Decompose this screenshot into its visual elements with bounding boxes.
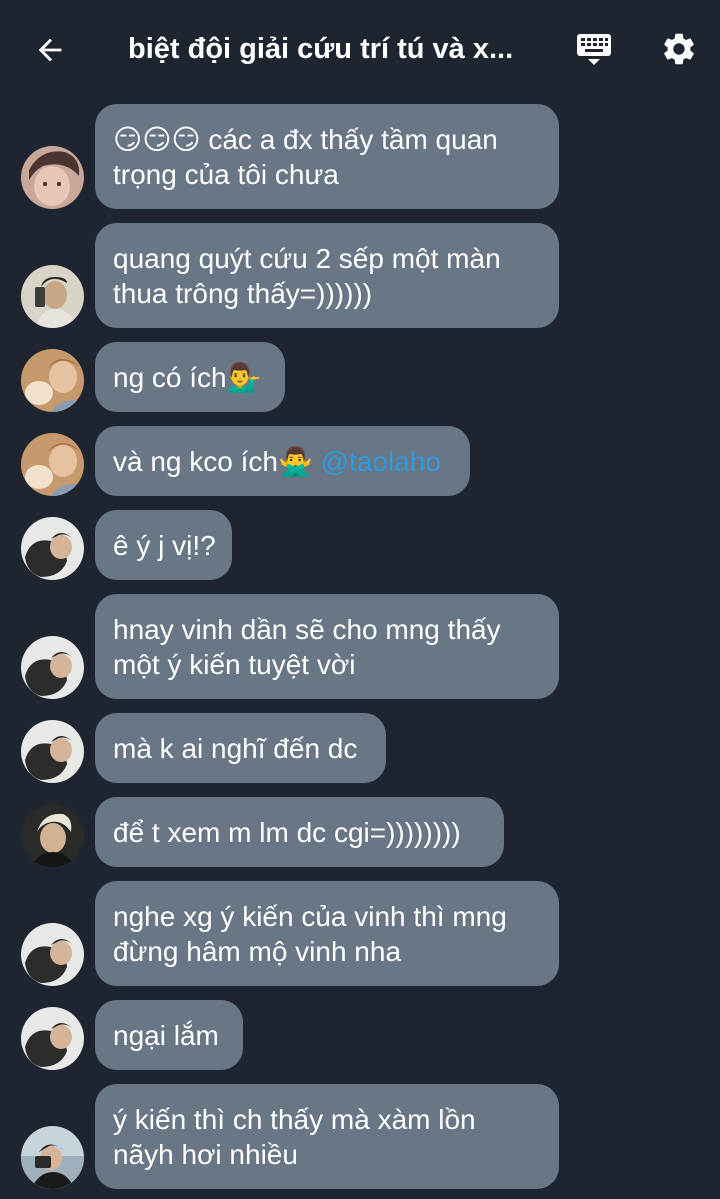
message-bubble[interactable]: mà k ai nghĩ đến dc [95,713,386,783]
avatar[interactable] [21,1126,84,1189]
message-text: ê ý j vị!? [113,530,216,561]
message-bubble[interactable]: và ng kco ích🙅‍♂️ @taolaho [95,426,470,496]
chat-screen: biệt đội giải cứu trí tú và x... 😏😏😏 các… [0,0,720,1199]
avatar[interactable] [21,720,84,783]
message-text: và ng kco ích🙅‍♂️ [113,446,321,477]
message-text: nãyh hơi nhiều [113,1139,298,1170]
message-bubble[interactable]: 😏😏😏 các a đx thấy tầm quan trọng của tôi… [95,104,559,209]
message-text: ng có ích💁‍♂️ [113,362,262,393]
message-text: hnay vinh dần sẽ cho mng thấy [113,614,501,645]
avatar[interactable] [21,1007,84,1070]
message-text: quang quýt cứu 2 sếp một màn [113,243,501,274]
avatar[interactable] [21,433,84,496]
message-bubble[interactable]: hnay vinh dần sẽ cho mng thấy một ý kiến… [95,594,559,699]
message-text: 😏😏😏 các a đx thấy tầm quan [113,124,498,155]
message-bubble[interactable]: ý kiến thì ch thấy mà xàm lồn nãyh hơi n… [95,1084,559,1189]
avatar[interactable] [21,636,84,699]
avatar[interactable] [21,517,84,580]
message-text: một ý kiến tuyệt vời [113,649,356,680]
message-bubble[interactable]: ngại lắm [95,1000,243,1070]
message-bubble[interactable]: ng có ích💁‍♂️ [95,342,285,412]
message-bubble[interactable]: ê ý j vị!? [95,510,232,580]
message-list[interactable]: 😏😏😏 các a đx thấy tầm quan trọng của tôi… [0,0,720,1199]
message-text: trọng của tôi chưa [113,159,339,190]
message-bubble[interactable]: để t xem m lm dc cgi=)))))))) [95,797,504,867]
message-text: ý kiến thì ch thấy mà xàm lồn [113,1104,476,1135]
message-text: đừng hâm mộ vinh nha [113,936,402,967]
message-text: mà k ai nghĩ đến dc [113,733,358,764]
message-text: thua trông thấy=)))))) [113,278,373,309]
avatar[interactable] [21,804,84,867]
message-bubble[interactable]: quang quýt cứu 2 sếp một màn thua trông … [95,223,559,328]
avatar[interactable] [21,265,84,328]
message-text: nghe xg ý kiến của vinh thì mng [113,901,507,932]
message-text: để t xem m lm dc cgi=)))))))) [113,817,461,848]
avatar[interactable] [21,349,84,412]
mention-link[interactable]: @taolaho [321,446,441,477]
avatar[interactable] [21,146,84,209]
avatar[interactable] [21,923,84,986]
message-text: ngại lắm [113,1020,219,1051]
message-bubble[interactable]: nghe xg ý kiến của vinh thì mng đừng hâm… [95,881,559,986]
